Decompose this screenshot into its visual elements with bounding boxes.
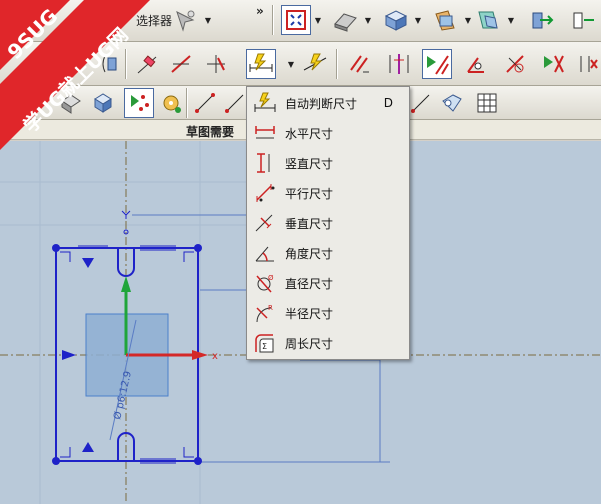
remove-constraint-icon[interactable] xyxy=(500,49,530,79)
extend-line-icon[interactable] xyxy=(166,49,196,79)
line-tool-icon[interactable] xyxy=(190,88,220,118)
menu-item-angular-dimension[interactable]: 角度尺寸 xyxy=(247,238,409,268)
section-dropdown[interactable]: ▼ xyxy=(506,5,516,35)
menu-item-perimeter-dimension[interactable]: Σ 周长尺寸 xyxy=(247,328,409,358)
view-dropdown[interactable]: ▼ xyxy=(313,5,323,35)
menu-item-vertical-dimension[interactable]: 竖直尺寸 xyxy=(247,148,409,178)
polyline-tool-icon[interactable] xyxy=(406,88,436,118)
fit-view-icon[interactable] xyxy=(281,5,311,35)
toolbar-separator xyxy=(272,5,274,35)
svg-text:Ø: Ø xyxy=(268,274,274,282)
shaded-plate-icon[interactable] xyxy=(330,5,360,35)
dimension-dropdown[interactable]: ▼ xyxy=(286,49,296,79)
perimeter-dimension-icon: Σ xyxy=(253,331,277,355)
toolbar-overflow-chevron[interactable]: » xyxy=(256,4,264,18)
block-view-icon[interactable] xyxy=(380,5,410,35)
toolbar-separator xyxy=(186,88,188,118)
auto-dimension-icon[interactable] xyxy=(300,49,330,79)
watermark-banner: 9SUG 学UG就上UG网 xyxy=(0,0,150,150)
show-constraints-icon[interactable] xyxy=(422,49,452,79)
convert-reference-icon[interactable] xyxy=(538,49,568,79)
inferred-dimension-icon xyxy=(253,91,277,115)
extrude-arrow-icon[interactable] xyxy=(528,5,558,35)
menu-item-parallel-dimension[interactable]: 平行尺寸 xyxy=(247,178,409,208)
radius-dimension-icon: R xyxy=(253,301,277,325)
section-view-icon[interactable] xyxy=(473,5,503,35)
perpendicular-dimension-icon xyxy=(253,211,277,235)
menu-item-perpendicular-dimension[interactable]: 垂直尺寸 xyxy=(247,208,409,238)
inferred-dimension-toolbar-icon[interactable] xyxy=(246,49,276,79)
horizontal-dimension-icon xyxy=(253,121,277,145)
menu-item-radius-dimension[interactable]: R 半径尺寸 xyxy=(247,298,409,328)
selection-filter-icon[interactable] xyxy=(170,5,200,35)
vertical-dimension-icon xyxy=(253,151,277,175)
angular-dimension-icon xyxy=(253,241,277,265)
render-dropdown[interactable]: ▼ xyxy=(363,5,373,35)
fillet-tool-icon[interactable] xyxy=(436,88,466,118)
corner-trim-icon[interactable] xyxy=(201,49,231,79)
svg-text:R: R xyxy=(268,304,273,312)
diameter-dimension-icon: Ø xyxy=(253,271,277,295)
constraint-angle-icon[interactable] xyxy=(461,49,491,79)
section-label-text: 草图需要 xyxy=(186,125,235,139)
layer-view-icon[interactable] xyxy=(430,5,460,35)
menu-item-inferred-dimension[interactable]: 自动判断尺寸 D xyxy=(247,88,409,118)
orient-dropdown[interactable]: ▼ xyxy=(413,5,423,35)
revolve-icon[interactable] xyxy=(568,5,598,35)
snap-settings-icon[interactable] xyxy=(156,88,186,118)
parallel-dimension-icon xyxy=(253,181,277,205)
grid-icon[interactable] xyxy=(472,88,502,118)
constraint-midpoint-icon[interactable] xyxy=(384,49,414,79)
selection-dropdown[interactable]: ▼ xyxy=(203,5,213,35)
toolbar-separator xyxy=(336,49,338,79)
dimension-dropdown-menu: 自动判断尺寸 D 水平尺寸 竖直尺寸 平行尺寸 垂直尺寸 角度尺寸 Ø 直径尺寸… xyxy=(246,86,410,360)
alternate-solution-icon[interactable] xyxy=(572,49,601,79)
menu-item-horizontal-dimension[interactable]: 水平尺寸 xyxy=(247,118,409,148)
layer-dropdown[interactable]: ▼ xyxy=(463,5,473,35)
constraint-parallel-icon[interactable] xyxy=(344,49,374,79)
menu-item-diameter-dimension[interactable]: Ø 直径尺寸 xyxy=(247,268,409,298)
svg-text:x: x xyxy=(212,351,218,362)
svg-text:Σ: Σ xyxy=(262,342,267,351)
